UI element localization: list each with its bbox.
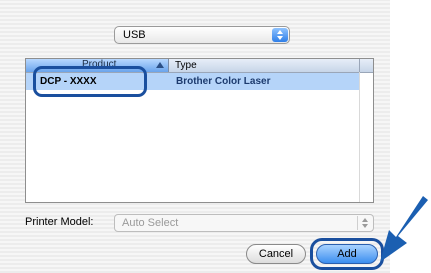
connection-type-value: USB bbox=[123, 29, 146, 41]
column-type-label: Type bbox=[175, 60, 197, 71]
select-arrows-icon bbox=[357, 216, 372, 230]
row-type-cell: Brother Color Laser bbox=[176, 76, 271, 87]
printer-model-label: Printer Model: bbox=[25, 216, 94, 228]
printer-browser-dialog: USB Product Type DCP - XXXX Brother Colo… bbox=[0, 0, 390, 273]
list-scroll-divider bbox=[359, 72, 360, 202]
column-header-spacer bbox=[359, 59, 373, 72]
column-header-type[interactable]: Type bbox=[169, 59, 359, 72]
product-highlight-ring bbox=[33, 66, 147, 97]
printer-model-value: Auto Select bbox=[122, 217, 179, 229]
popup-arrows-icon bbox=[272, 28, 288, 42]
cancel-button[interactable]: Cancel bbox=[246, 244, 306, 264]
add-button[interactable]: Add bbox=[316, 244, 378, 264]
sort-ascending-icon bbox=[156, 62, 164, 68]
printer-model-select[interactable]: Auto Select bbox=[114, 214, 374, 232]
pointer-arrow-icon bbox=[380, 196, 428, 262]
connection-type-popup[interactable]: USB bbox=[114, 26, 290, 44]
